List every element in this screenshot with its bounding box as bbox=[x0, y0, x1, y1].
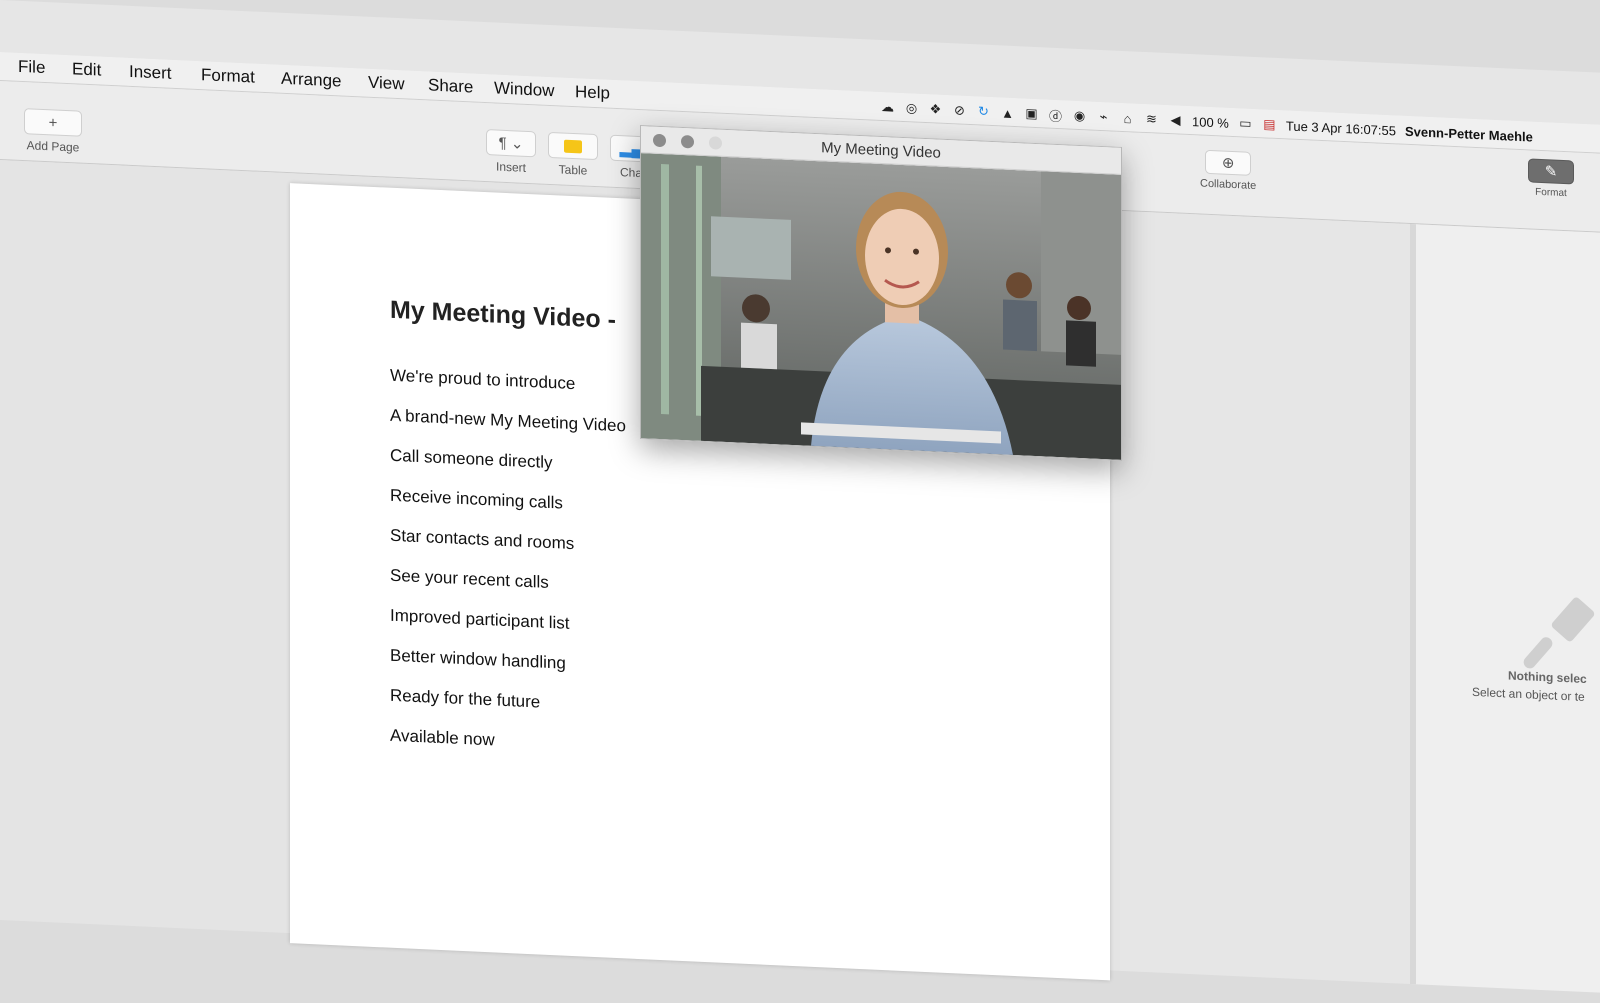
menu-insert[interactable]: Insert bbox=[129, 62, 172, 84]
format-label: Format bbox=[1535, 186, 1567, 200]
document-line[interactable]: See your recent calls bbox=[390, 566, 549, 593]
blocker-icon[interactable]: ⊘ bbox=[952, 102, 967, 119]
collaborate-tool: ⊕ Collaborate bbox=[1200, 149, 1256, 192]
inspector-title: Nothing selec bbox=[1508, 668, 1587, 687]
notification-icon[interactable]: ▲ bbox=[1000, 105, 1015, 121]
document-line[interactable]: Improved participant list bbox=[390, 606, 570, 634]
menu-file[interactable]: File bbox=[18, 57, 45, 78]
document-line[interactable]: Available now bbox=[390, 726, 495, 751]
document-line[interactable]: Better window handling bbox=[390, 646, 566, 674]
d-icon[interactable]: ⓓ bbox=[1048, 107, 1063, 124]
insert-label: Insert bbox=[495, 159, 526, 175]
insert-tool: ¶ ⌄ Insert bbox=[486, 129, 536, 175]
format-button[interactable]: ✎ bbox=[1528, 158, 1574, 185]
screen-icon[interactable]: ▣ bbox=[1024, 106, 1039, 122]
paintbrush-icon: ✎ bbox=[1544, 163, 1558, 181]
document-line[interactable]: Call someone directly bbox=[390, 446, 553, 473]
document-line[interactable]: A brand-new My Meeting Video bbox=[390, 406, 626, 437]
menu-help[interactable]: Help bbox=[575, 82, 610, 104]
broadcast-icon[interactable]: ⌁ bbox=[1096, 109, 1111, 125]
volume-icon[interactable]: ◀ bbox=[1168, 112, 1183, 129]
document-line[interactable]: Ready for the future bbox=[390, 686, 540, 713]
menu-arrange[interactable]: Arrange bbox=[281, 69, 341, 92]
collaborate-icon: ⊕ bbox=[1221, 154, 1235, 173]
left-pane bbox=[0, 160, 290, 934]
document-line[interactable]: Receive incoming calls bbox=[390, 486, 563, 514]
add-page-tool: + Add Page bbox=[24, 108, 82, 155]
sync-icon[interactable]: ◎ bbox=[904, 100, 919, 117]
inspector-subtitle: Select an object or te bbox=[1472, 684, 1585, 704]
flag-icon[interactable]: ▤ bbox=[1262, 116, 1277, 133]
paragraph-icon: ¶ ⌄ bbox=[498, 134, 524, 153]
battery-icon[interactable]: ▭ bbox=[1238, 115, 1253, 132]
menu-share[interactable]: Share bbox=[428, 75, 473, 97]
video-frame bbox=[641, 153, 1121, 460]
table-label: Table bbox=[558, 162, 588, 178]
plus-icon: + bbox=[48, 113, 58, 132]
chart-label: Cha bbox=[619, 165, 642, 181]
cloud-icon[interactable]: ☁ bbox=[880, 99, 895, 115]
collaborate-label: Collaborate bbox=[1200, 177, 1257, 193]
lock-icon[interactable]: ⌂ bbox=[1120, 110, 1135, 126]
document-title[interactable]: My Meeting Video - bbox=[390, 296, 616, 335]
clock[interactable]: Tue 3 Apr 16:07:55 bbox=[1286, 118, 1396, 138]
insert-button[interactable]: ¶ ⌄ bbox=[486, 129, 536, 158]
table-icon bbox=[564, 139, 582, 153]
menu-window[interactable]: Window bbox=[494, 78, 554, 101]
right-gutter bbox=[1120, 210, 1410, 985]
add-page-button[interactable]: + bbox=[24, 108, 82, 137]
document-line[interactable]: We're proud to introduce bbox=[390, 366, 575, 394]
menu-format[interactable]: Format bbox=[201, 65, 255, 87]
menu-view[interactable]: View bbox=[368, 73, 405, 95]
menu-edit[interactable]: Edit bbox=[72, 59, 101, 80]
battery-percent[interactable]: 100 % bbox=[1192, 114, 1229, 131]
chart-icon: ▂▄ bbox=[619, 140, 643, 159]
refresh-icon[interactable]: ↻ bbox=[976, 103, 991, 120]
format-inspector: Nothing selec Select an object or te bbox=[1410, 224, 1600, 993]
circle-icon[interactable]: ◉ bbox=[1072, 108, 1087, 124]
user-name[interactable]: Svenn-Petter Maehle bbox=[1405, 123, 1533, 144]
wifi-icon[interactable]: ≋ bbox=[1144, 111, 1159, 127]
format-tool: ✎ Format bbox=[1528, 158, 1574, 199]
video-window[interactable]: My Meeting Video bbox=[640, 125, 1122, 461]
table-tool: Table bbox=[548, 131, 598, 178]
video-feed[interactable] bbox=[641, 153, 1121, 460]
table-button[interactable] bbox=[548, 131, 598, 161]
screen: File Edit Insert Format Arrange View Sha… bbox=[0, 0, 1600, 993]
document-line[interactable]: Star contacts and rooms bbox=[390, 526, 574, 554]
collaborate-button[interactable]: ⊕ bbox=[1205, 149, 1252, 176]
add-page-label: Add Page bbox=[26, 138, 80, 155]
dropbox-icon[interactable]: ❖ bbox=[928, 101, 943, 118]
